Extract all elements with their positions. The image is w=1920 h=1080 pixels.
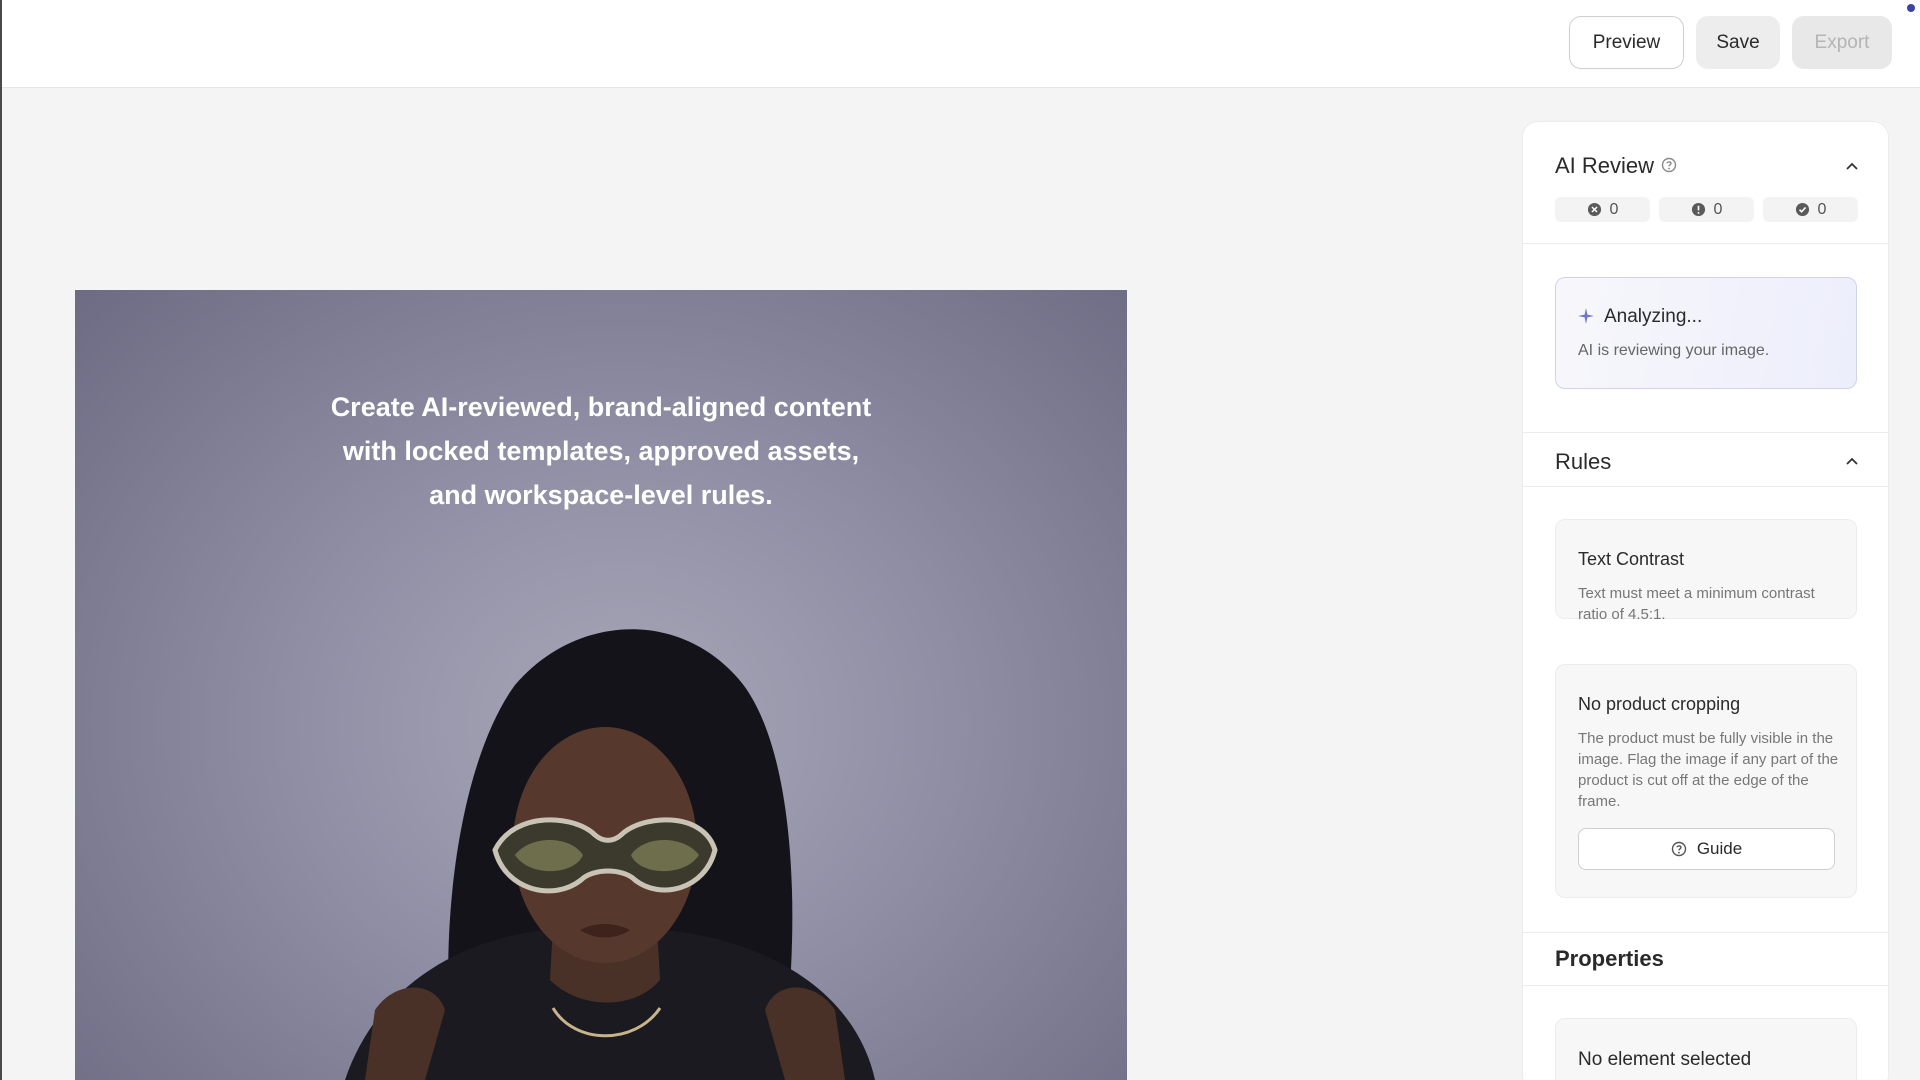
error-count: 0 — [1609, 200, 1619, 218]
analyzing-status-card: Analyzing... AI is reviewing your image. — [1555, 277, 1857, 389]
rule-card-text-contrast[interactable]: Text Contrast Text must meet a minimum c… — [1555, 519, 1857, 623]
warning-icon — [1691, 202, 1705, 217]
rule-title: Text Contrast — [1578, 549, 1685, 569]
canvas-headline[interactable]: Create AI-reviewed, brand-aligned conten… — [75, 385, 1127, 517]
guide-button[interactable]: Guide — [1578, 828, 1835, 870]
chevron-up-icon[interactable] — [1844, 453, 1860, 469]
guide-label: Guide — [1696, 839, 1743, 858]
chevron-up-icon[interactable] — [1844, 158, 1860, 174]
help-icon — [1671, 841, 1687, 857]
divider — [1523, 243, 1888, 244]
rule-card-no-product-cropping[interactable]: No product cropping The product must be … — [1555, 664, 1857, 898]
no-selection-text: No element selected — [1578, 1049, 1752, 1070]
warning-count-badge: 0 — [1659, 197, 1754, 222]
properties-title: Properties — [1555, 946, 1664, 971]
window-edge — [0, 0, 2, 1080]
divider — [1523, 486, 1888, 487]
save-button[interactable]: Save — [1696, 16, 1780, 69]
rule-description: The product must be fully visible in the… — [1578, 730, 1839, 810]
status-dot — [1907, 4, 1915, 12]
right-inspector-panel: AI Review 0 0 0 Analyzing... AI is revie… — [1522, 121, 1889, 1080]
divider — [1523, 985, 1888, 986]
check-icon — [1795, 202, 1809, 217]
rules-title: Rules — [1555, 449, 1612, 474]
properties-empty-card: No element selected — [1555, 1018, 1857, 1080]
warning-count: 0 — [1713, 200, 1723, 218]
preview-button[interactable]: Preview — [1569, 16, 1684, 69]
error-icon — [1587, 202, 1601, 217]
divider — [1523, 432, 1888, 433]
help-icon[interactable] — [1661, 157, 1677, 173]
analyzing-subtitle: AI is reviewing your image. — [1578, 342, 1770, 359]
divider — [1523, 932, 1888, 933]
headline-line-2: with locked templates, approved assets, — [342, 436, 860, 466]
ai-review-title: AI Review — [1555, 153, 1655, 178]
analyzing-title: Analyzing... — [1604, 306, 1703, 327]
passed-count: 0 — [1817, 200, 1827, 218]
top-toolbar: Preview Save Export — [2, 0, 1920, 88]
headline-line-1: Create AI-reviewed, brand-aligned conten… — [330, 392, 872, 422]
error-count-badge: 0 — [1555, 197, 1650, 222]
rule-title: No product cropping — [1578, 694, 1741, 714]
rule-description: Text must meet a minimum contrast ratio … — [1578, 585, 1815, 623]
export-button[interactable]: Export — [1792, 16, 1892, 69]
passed-count-badge: 0 — [1763, 197, 1858, 222]
sparkle-icon — [1578, 308, 1594, 324]
headline-line-3: and workspace-level rules. — [429, 480, 773, 510]
design-canvas-image[interactable]: Create AI-reviewed, brand-aligned conten… — [75, 290, 1127, 1080]
